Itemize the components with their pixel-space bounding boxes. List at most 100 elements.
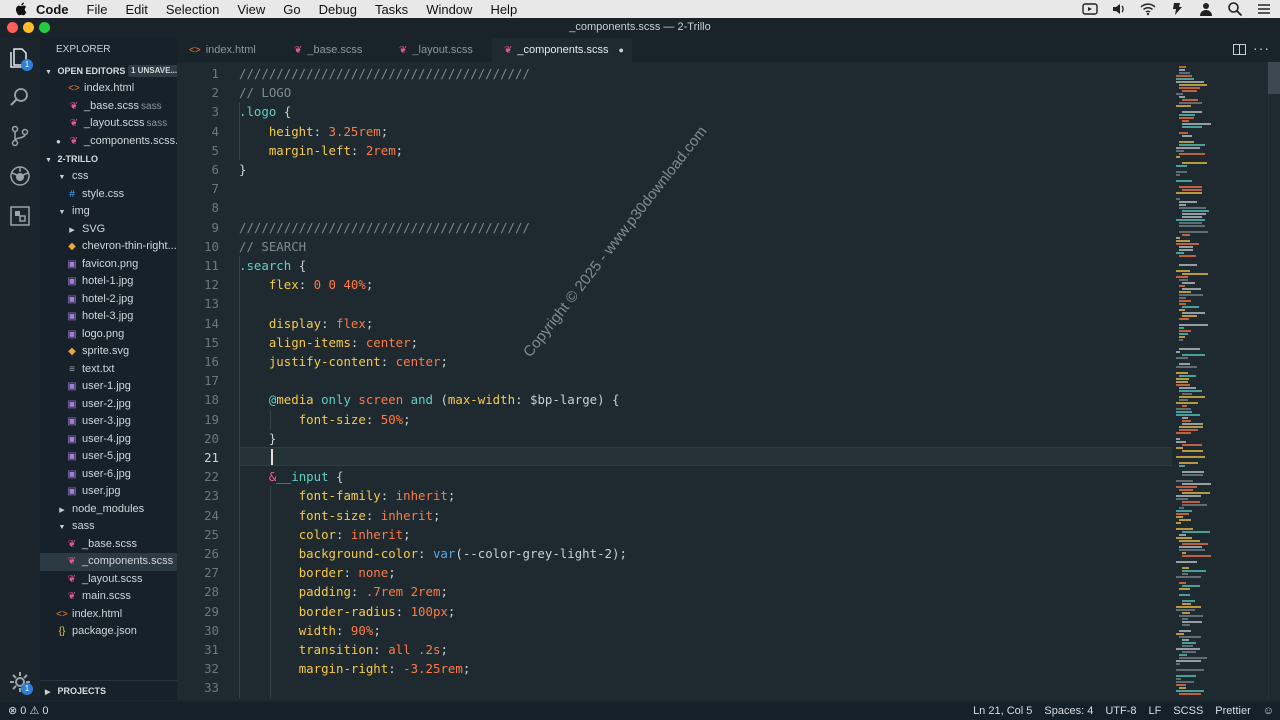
tab-index-html[interactable]: <> index.html [177,38,282,62]
spotlight-search-icon[interactable] [1227,1,1243,17]
file-tree-item[interactable]: ▣ user-2.jpg [40,396,177,414]
split-editor-icon[interactable] [1233,44,1246,55]
file-tree-item[interactable]: <> index.html [40,606,177,624]
file-tree-item[interactable]: ❦ main.scss [40,588,177,606]
code-token: and [410,392,441,408]
file-tree-item[interactable]: ◆ chevron-thin-right... [40,238,177,256]
file-tree-item[interactable]: ▣ favicon.png [40,256,177,274]
file-tree-item[interactable]: ≡ text.txt [40,361,177,379]
file-tree-item[interactable]: ▣ hotel-2.jpg [40,291,177,309]
file-tree-item[interactable]: ❦ _base.scss [40,536,177,554]
file-tree-item[interactable]: ▣ user-4.jpg [40,431,177,449]
file-tree-item[interactable]: {} package.json [40,623,177,641]
language-mode[interactable]: SCSS [1173,703,1203,719]
file-tree-item[interactable]: ▶ SVG [40,221,177,239]
scrollbar-thumb[interactable] [1268,62,1280,94]
minimap[interactable] [1172,62,1268,700]
menu-view[interactable]: View [237,2,265,17]
minimap-line [1176,663,1180,665]
line-number: 5 [211,142,219,158]
settings-gear-icon[interactable]: 1 [8,670,33,695]
vertical-scrollbar[interactable] [1268,62,1280,700]
indentation-setting[interactable]: Spaces: 4 [1044,703,1093,719]
warning-icon: ⚠ [29,705,40,717]
minimap-line [1176,351,1180,353]
menu-help[interactable]: Help [490,2,517,17]
eol-setting[interactable]: LF [1148,703,1161,719]
debug-icon[interactable] [8,164,32,188]
open-editor-item[interactable]: ❦ _base.scss sass [40,98,177,116]
minimap-line [1176,171,1187,173]
source-control-icon[interactable] [8,124,32,148]
battery-icon[interactable] [1169,1,1185,17]
minimap-line [1179,144,1205,146]
prettier-status[interactable]: Prettier [1215,703,1250,719]
extensions-icon[interactable] [8,204,32,228]
code-token: .search [239,258,299,273]
minimap-line [1179,330,1191,332]
search-icon[interactable] [8,85,32,109]
close-window-button[interactable] [7,22,18,33]
minimap-line [1176,606,1201,608]
encoding-setting[interactable]: UTF-8 [1105,703,1136,719]
menu-edit[interactable]: Edit [125,2,147,17]
file-tree-item[interactable]: ▶ node_modules [40,501,177,519]
wifi-icon[interactable] [1140,1,1156,17]
maximize-window-button[interactable] [39,22,50,33]
open-editor-item[interactable]: ● ❦ _components.scss... [40,133,177,151]
code-line: background-color: var(--color-grey-light… [239,544,627,563]
open-editors-header[interactable]: ▼ OPEN EDITORS 1 UNSAVE... [40,62,177,80]
menu-file[interactable]: File [87,2,108,17]
open-editor-name: _layout.scss [84,117,145,129]
more-actions-icon[interactable]: ··· [1253,40,1270,56]
minimap-line [1179,387,1196,389]
file-tree-item[interactable]: ◆ sprite.svg [40,343,177,361]
explorer-icon[interactable]: 1 [8,46,33,71]
file-tree-item[interactable]: ▣ hotel-1.jpg [40,273,177,291]
image-file-icon: ▣ [67,276,77,287]
feedback-smiley-icon[interactable]: ☺ [1263,703,1274,719]
tab-base-scss[interactable]: ❦ _base.scss [282,38,387,62]
code-token: padding [298,584,351,600]
menu-tasks[interactable]: Tasks [375,2,408,17]
errors-status[interactable]: ⊗ 0 ⚠ 0 [8,703,49,719]
file-tree-item[interactable]: # style.css [40,186,177,204]
file-tree-item[interactable]: ▼ img [40,203,177,221]
cursor-position[interactable]: Ln 21, Col 5 [973,703,1032,719]
minimap-line [1182,570,1206,572]
open-editor-item[interactable]: <> index.html [40,80,177,98]
notification-center-icon[interactable] [1256,1,1272,17]
apple-icon[interactable] [14,2,28,16]
unsaved-dot-icon[interactable]: ● [619,45,624,55]
project-header[interactable]: ▼ 2-TRILLO [40,150,177,168]
file-tree-item[interactable]: ▣ user-1.jpg [40,378,177,396]
file-tree-item[interactable]: ▣ user-5.jpg [40,448,177,466]
file-tree-item[interactable]: ▣ user-6.jpg [40,466,177,484]
user-icon[interactable] [1198,1,1214,17]
file-tree-item[interactable]: ▣ user-3.jpg [40,413,177,431]
minimap-line [1176,78,1194,80]
tab-layout-scss[interactable]: ❦ _layout.scss [387,38,492,62]
file-tree-item[interactable]: ▼ sass [40,518,177,536]
file-tree-item[interactable]: ❦ _layout.scss [40,571,177,589]
file-tree-item[interactable]: ▼ css [40,168,177,186]
file-tree-item[interactable]: ▣ logo.png [40,326,177,344]
tab-components-scss[interactable]: ❦ _components.scss ● [492,38,632,62]
projects-header[interactable]: ▶ PROJECTS [40,680,177,700]
menu-debug[interactable]: Debug [319,2,357,17]
file-tree-item[interactable]: ❦ _components.scss [40,553,177,571]
file-tree-item[interactable]: ▣ user.jpg [40,483,177,501]
file-tree-item[interactable]: ▣ hotel-3.jpg [40,308,177,326]
screen-record-icon[interactable] [1082,1,1098,17]
menu-window[interactable]: Window [426,2,472,17]
minimap-line [1179,615,1203,617]
open-editor-item[interactable]: ❦ _layout.scss sass [40,115,177,133]
line-number: 3 [211,104,219,120]
menu-selection[interactable]: Selection [166,2,219,17]
menu-go[interactable]: Go [283,2,300,17]
minimap-line [1179,231,1208,233]
minimap-line [1182,306,1199,308]
volume-icon[interactable] [1111,1,1127,17]
app-menu[interactable]: Code [36,2,69,17]
minimize-window-button[interactable] [23,22,34,33]
